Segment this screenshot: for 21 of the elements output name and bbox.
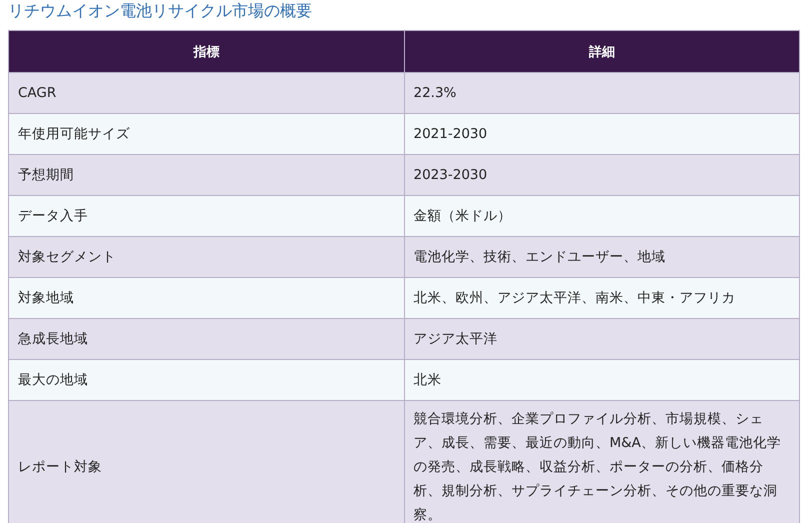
table-cell: 競合環境分析、企業プロファイル分析、市場規模、シェア、成長、需要、最近の動向、M&A、新しい機器電池化学の発売、成長戦略、収益分析、ポーターの分析、価格分析、規制分析、サプライチェーン分析、その他の重要な洞察。 (404, 400, 800, 523)
column-header: 詳細 (404, 30, 800, 72)
table-cell: データ入手 (8, 196, 404, 236)
table-cell: 最大の地域 (8, 360, 404, 400)
table-cell: 急成長地域 (8, 318, 404, 360)
table-title: リチウムイオン電池リサイクル市場の概要 (8, 0, 313, 21)
table-cell: 対象セグメント (8, 236, 404, 278)
table-cell: 予想期間 (8, 154, 404, 196)
table-cell: 北米、欧州、アジア太平洋、南米、中東・アフリカ (404, 278, 800, 318)
table-cell: 年使用可能サイズ (8, 114, 404, 154)
column-header: 指標 (8, 30, 404, 72)
table-cell: 2023-2030 (404, 154, 800, 196)
table-cell: 22.3% (404, 72, 800, 114)
table-cell: 北米 (404, 360, 800, 400)
table-cell: 電池化学、技術、エンドユーザー、地域 (404, 236, 800, 278)
table-cell: アジア太平洋 (404, 318, 800, 360)
table-cell: 対象地域 (8, 278, 404, 318)
table-cell: 2021-2030 (404, 114, 800, 154)
table-cell: レポート対象 (8, 400, 404, 523)
table-cell: CAGR (8, 72, 404, 114)
table-cell: 金額（米ドル） (404, 196, 800, 236)
